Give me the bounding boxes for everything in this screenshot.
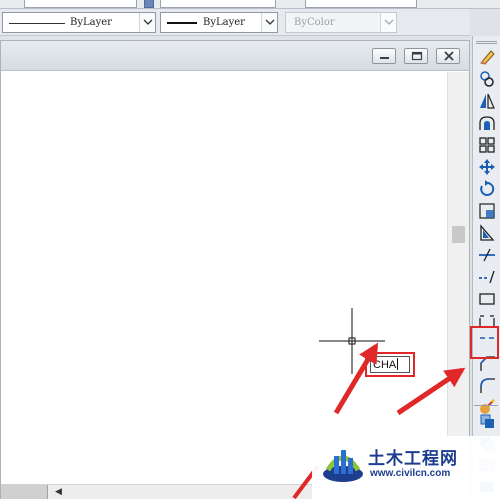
- top-combo-1[interactable]: [24, 0, 137, 8]
- extend-icon: [479, 270, 495, 284]
- lineweight-value: ByLayer: [203, 17, 245, 28]
- minimize-icon: [380, 57, 389, 59]
- linetype-dropdown[interactable]: ByLayer: [2, 12, 156, 33]
- copy-icon: [480, 71, 494, 87]
- mirror-icon: [480, 93, 495, 109]
- fillet-tool[interactable]: [477, 375, 497, 395]
- draworder-icon: [480, 414, 494, 428]
- break-at-point-tool[interactable]: [477, 289, 497, 309]
- drawing-window: CHA ◀: [0, 40, 470, 499]
- extend-tool[interactable]: [477, 267, 497, 287]
- modify-toolbar: [472, 36, 500, 499]
- layout-tab-area[interactable]: [1, 485, 48, 499]
- vertical-scrollbar[interactable]: [447, 72, 469, 484]
- stretch-icon: [480, 224, 495, 241]
- top-toolbar-strip: [0, 0, 500, 9]
- lineweight-dropdown[interactable]: ByLayer: [160, 12, 278, 33]
- civilcn-logo-icon: [323, 450, 363, 482]
- draworder-tool-1[interactable]: [477, 411, 497, 431]
- move-icon: [479, 159, 495, 175]
- watermark-title: 土木工程网: [368, 449, 458, 469]
- fillet-highlight-box: [470, 326, 499, 359]
- chevron-down-icon[interactable]: [261, 13, 277, 32]
- array-icon: [479, 137, 495, 153]
- vertical-scroll-thumb[interactable]: [452, 226, 465, 243]
- top-combo-2[interactable]: [160, 0, 276, 8]
- chevron-down-icon[interactable]: [139, 13, 155, 32]
- close-icon: [444, 51, 454, 61]
- trim-icon: [479, 248, 495, 262]
- copy-tool[interactable]: [477, 69, 497, 89]
- erase-tool[interactable]: [477, 47, 497, 67]
- properties-toolbar: ByLayer ByLayer ByColor: [0, 9, 470, 36]
- stretch-tool[interactable]: [477, 223, 497, 243]
- dynamic-command-input[interactable]: CHA: [370, 356, 410, 373]
- trim-tool[interactable]: [477, 245, 497, 265]
- array-tool[interactable]: [477, 135, 497, 155]
- table-style-icon[interactable]: [144, 0, 154, 8]
- top-combo-3[interactable]: [305, 0, 417, 8]
- rotate-tool[interactable]: [477, 179, 497, 199]
- break-at-point-icon: [479, 293, 495, 305]
- plotstyle-value: ByColor: [294, 17, 335, 28]
- linetype-value: ByLayer: [70, 17, 112, 28]
- command-input-text: CHA: [373, 359, 397, 371]
- drawing-canvas[interactable]: CHA: [1, 72, 447, 484]
- offset-tool[interactable]: [477, 113, 497, 133]
- lineweight-preview: [167, 22, 197, 24]
- restore-button[interactable]: [404, 48, 428, 64]
- linetype-preview: [9, 23, 65, 24]
- close-button[interactable]: [436, 48, 460, 64]
- move-tool[interactable]: [477, 157, 497, 177]
- site-watermark: 土木工程网 www.civilcn.com: [312, 436, 500, 499]
- offset-icon: [479, 116, 495, 130]
- rotate-icon: [480, 180, 495, 196]
- restore-icon: [411, 51, 423, 61]
- erase-icon: [480, 50, 495, 65]
- command-highlight-box: CHA: [365, 352, 415, 377]
- watermark-url: www.civilcn.com: [370, 468, 451, 479]
- mirror-tool[interactable]: [477, 91, 497, 111]
- minimize-button[interactable]: [372, 48, 396, 64]
- chevron-down-icon[interactable]: [380, 13, 396, 32]
- plotstyle-dropdown[interactable]: ByColor: [285, 12, 397, 33]
- scale-icon: [479, 203, 495, 219]
- text-caret: [397, 358, 399, 370]
- scroll-left-icon[interactable]: ◀: [55, 487, 62, 497]
- scale-tool[interactable]: [477, 201, 497, 221]
- palette-divider: [474, 405, 498, 406]
- fillet-icon: [480, 378, 495, 393]
- toolbar-grip[interactable]: [476, 41, 497, 44]
- drawing-title-bar: [1, 41, 469, 71]
